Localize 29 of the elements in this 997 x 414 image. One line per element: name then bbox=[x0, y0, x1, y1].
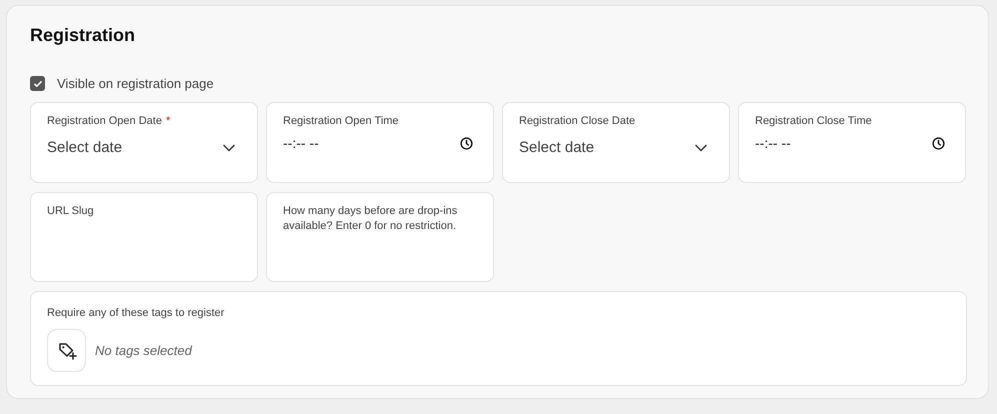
field-label: Registration Open Date bbox=[47, 115, 162, 127]
field-label: Registration Close Time bbox=[755, 115, 872, 127]
time-placeholder: --:-- -- bbox=[283, 135, 319, 151]
time-placeholder: --:-- -- bbox=[755, 135, 791, 151]
date-placeholder: Select date bbox=[519, 139, 594, 156]
field-label: URL Slug bbox=[47, 205, 94, 217]
date-field[interactable]: Registration Open Date * Select date bbox=[30, 102, 258, 183]
time-field[interactable]: Registration Close Time --:-- -- bbox=[738, 102, 966, 183]
date-field[interactable]: Registration Close Date Select date bbox=[502, 102, 730, 183]
field-label: How many days before are drop-ins available? Enter 0 for no restriction. bbox=[283, 205, 458, 232]
field-label: Registration Open Time bbox=[283, 115, 399, 127]
date-placeholder: Select date bbox=[47, 139, 122, 156]
input-field[interactable]: URL Slug bbox=[30, 192, 258, 282]
clock-icon bbox=[932, 136, 945, 150]
checkbox-label: Visible on registration page bbox=[57, 76, 214, 91]
section-title: Registration bbox=[30, 25, 136, 46]
visible-checkbox[interactable] bbox=[30, 76, 45, 91]
time-field[interactable]: Registration Open Time --:-- -- bbox=[266, 102, 494, 183]
clock-icon bbox=[460, 136, 473, 150]
chevron-down-icon bbox=[223, 144, 235, 152]
add-tag-button[interactable] bbox=[47, 329, 86, 372]
chevron-down-icon bbox=[695, 144, 707, 152]
required-mark: * bbox=[166, 115, 170, 127]
input-field[interactable]: How many days before are drop-ins available? Enter 0 for no restriction. bbox=[266, 192, 494, 282]
empty-tags-text: No tags selected bbox=[95, 343, 192, 358]
field-label: Registration Close Date bbox=[519, 115, 636, 127]
check-icon bbox=[32, 78, 42, 88]
tags-label: Require any of these tags to register bbox=[47, 307, 224, 319]
tag-plus-icon bbox=[56, 340, 76, 360]
